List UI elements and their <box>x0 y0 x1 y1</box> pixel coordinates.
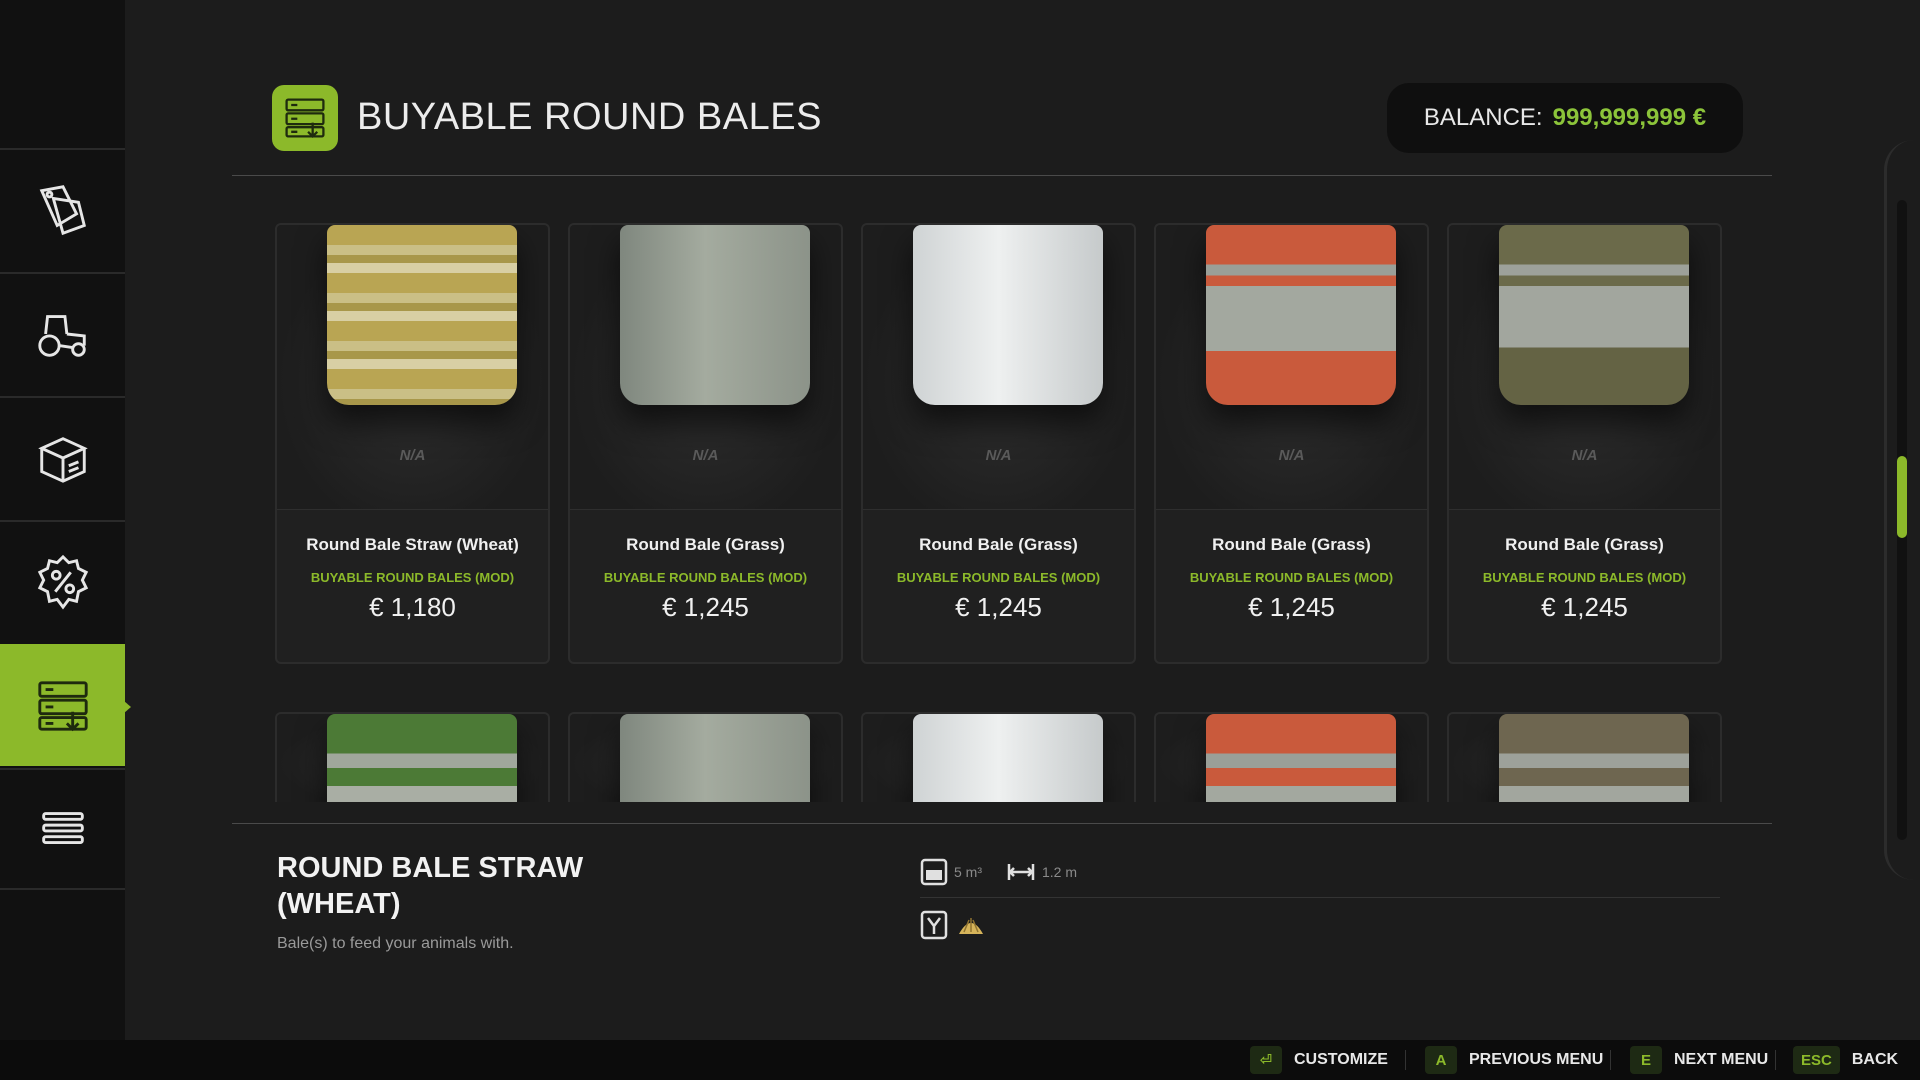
product-card[interactable] <box>1447 712 1722 802</box>
scrollbar-thumb[interactable] <box>1897 456 1907 538</box>
footer-separator <box>1610 1050 1611 1070</box>
product-image: N/A <box>277 225 548 510</box>
product-card[interactable]: N/A Round Bale (Grass) BUYABLE ROUND BAL… <box>861 223 1136 664</box>
bale-white <box>913 225 1103 405</box>
next-menu-button[interactable]: E NEXT MENU <box>1630 1040 1768 1080</box>
product-card[interactable]: N/A Round Bale Straw (Wheat) BUYABLE ROU… <box>275 223 550 664</box>
detail-title: ROUND BALE STRAW (WHEAT) <box>277 852 584 920</box>
bale-grass-grey <box>620 225 810 405</box>
product-image <box>277 714 548 802</box>
availability-label: N/A <box>399 447 426 464</box>
customize-button[interactable]: ⏎ CUSTOMIZE <box>1250 1040 1388 1080</box>
next-menu-label: NEXT MENU <box>1674 1051 1769 1068</box>
availability-label: N/A <box>985 447 1012 464</box>
straw-icon <box>959 918 983 934</box>
bale-red-striped <box>1206 714 1396 802</box>
product-image <box>863 714 1134 802</box>
customize-label: CUSTOMIZE <box>1294 1051 1388 1068</box>
product-source: BUYABLE ROUND BALES (MOD) <box>1189 570 1394 585</box>
volume-value: 5 m³ <box>954 864 982 880</box>
detail-description: Bale(s) to feed your animals with. <box>277 935 514 952</box>
grid-divider <box>232 823 1772 824</box>
product-image <box>1156 714 1427 802</box>
capacity-icon <box>920 858 948 886</box>
bale-red-striped <box>1206 225 1396 405</box>
key-e: E <box>1630 1046 1662 1074</box>
bale-straw-yellow <box>327 225 517 405</box>
footer-separator <box>1405 1050 1406 1070</box>
product-price: € 1,245 <box>955 592 1042 622</box>
product-card[interactable] <box>568 712 843 802</box>
product-price: € 1,180 <box>369 592 456 622</box>
product-card[interactable] <box>1154 712 1429 802</box>
previous-menu-button[interactable]: A PREVIOUS MENU <box>1425 1040 1603 1080</box>
product-image: N/A <box>863 225 1134 510</box>
back-button[interactable]: ESC BACK <box>1793 1040 1898 1080</box>
bale-green-striped <box>327 714 517 802</box>
product-name: Round Bale (Grass) <box>919 535 1078 554</box>
product-source: BUYABLE ROUND BALES (MOD) <box>310 570 515 585</box>
product-image <box>570 714 841 802</box>
volume-spec: 5 m³ <box>920 858 982 886</box>
product-price: € 1,245 <box>1541 592 1628 622</box>
availability-label: N/A <box>1571 447 1598 464</box>
width-icon <box>1007 864 1035 880</box>
key-a: A <box>1425 1046 1457 1074</box>
key-esc: ESC <box>1793 1046 1840 1074</box>
width-value: 1.2 m <box>1042 864 1078 880</box>
availability-label: N/A <box>1278 447 1305 464</box>
bale-grass-grey <box>620 714 810 802</box>
product-card[interactable]: N/A Round Bale (Grass) BUYABLE ROUND BAL… <box>568 223 843 664</box>
width-spec: 1.2 m <box>1006 858 1077 886</box>
product-image <box>1449 714 1720 802</box>
back-label: BACK <box>1851 1051 1899 1068</box>
product-grid: N/A Round Bale Straw (Wheat) BUYABLE ROU… <box>0 0 1920 824</box>
bale-brown-striped <box>1499 714 1689 802</box>
product-price: € 1,245 <box>1248 592 1335 622</box>
previous-menu-label: PREVIOUS MENU <box>1469 1051 1604 1068</box>
footer-bar: ⏎ CUSTOMIZE A PREVIOUS MENU E NEXT MENU … <box>0 1040 1920 1080</box>
animal-feed-icon <box>920 910 948 940</box>
enter-key-icon: ⏎ <box>1250 1046 1282 1074</box>
bale-white <box>913 714 1103 802</box>
product-name: Round Bale Straw (Wheat) <box>306 535 519 554</box>
product-image: N/A <box>570 225 841 510</box>
availability-label: N/A <box>692 447 719 464</box>
product-source: BUYABLE ROUND BALES (MOD) <box>603 570 808 585</box>
product-name: Round Bale (Grass) <box>1505 535 1664 554</box>
product-card[interactable] <box>861 712 1136 802</box>
product-name: Round Bale (Grass) <box>626 535 785 554</box>
product-card[interactable]: N/A Round Bale (Grass) BUYABLE ROUND BAL… <box>1447 223 1722 664</box>
product-source: BUYABLE ROUND BALES (MOD) <box>896 570 1101 585</box>
product-image: N/A <box>1449 225 1720 510</box>
bale-olive-striped <box>1499 225 1689 405</box>
product-card[interactable] <box>275 712 550 802</box>
product-source: BUYABLE ROUND BALES (MOD) <box>1482 570 1687 585</box>
footer-separator <box>1775 1050 1776 1070</box>
product-image: N/A <box>1156 225 1427 510</box>
spec-divider <box>920 897 1720 898</box>
product-name: Round Bale (Grass) <box>1212 535 1371 554</box>
product-card[interactable]: N/A Round Bale (Grass) BUYABLE ROUND BAL… <box>1154 223 1429 664</box>
fill-types <box>920 910 986 940</box>
product-price: € 1,245 <box>662 592 749 622</box>
